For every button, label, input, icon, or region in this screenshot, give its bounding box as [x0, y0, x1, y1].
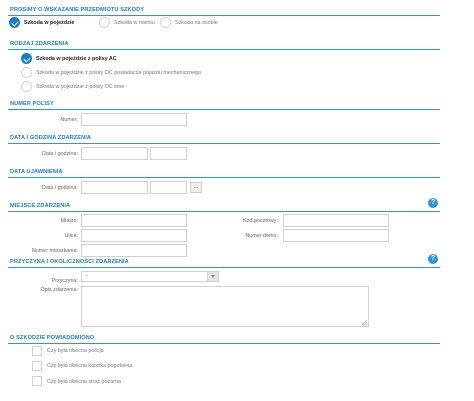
event-date-input[interactable] — [81, 147, 148, 160]
section-title-cause: PRZYCZYNA I OKOLICZNOŚCI ZDARZENIA — [10, 259, 129, 265]
help-icon[interactable]: ? — [428, 254, 438, 264]
description-textarea[interactable] — [81, 286, 369, 327]
section-title-notified: O SZKODZIE POWIADOMIONO — [10, 335, 95, 341]
event-datetime-label: Data i godzina: — [42, 151, 78, 157]
section-divider — [8, 211, 440, 212]
radio-event-oc-vehicle[interactable] — [21, 67, 32, 78]
section-divider — [8, 15, 440, 16]
section-divider — [8, 143, 440, 144]
event-time-input[interactable] — [150, 147, 187, 160]
cause-label: Przyczyna: — [51, 278, 78, 284]
apartment-number-label: Numer mieszkania: — [31, 248, 78, 254]
checkbox-label-police: Czy była obecna policja — [47, 348, 104, 354]
postal-code-input[interactable] — [283, 214, 389, 227]
cause-select-value: -- — [85, 273, 89, 279]
radio-label-damage-property: Szkoda w mieniu — [114, 20, 155, 26]
checkbox-ambulance[interactable] — [32, 361, 42, 371]
radio-damage-property[interactable] — [99, 17, 110, 28]
chevron-down-icon — [207, 272, 218, 281]
apartment-number-input[interactable] — [81, 244, 187, 257]
section-divider — [8, 177, 440, 178]
street-input[interactable] — [81, 229, 187, 242]
help-icon[interactable]: ? — [428, 198, 438, 208]
disclosure-date-input[interactable] — [81, 181, 148, 194]
checkbox-fire-brigade[interactable] — [32, 376, 42, 386]
checkbox-police[interactable] — [32, 346, 42, 356]
radio-label-event-oc-other: Szkoda w pojeździe z polisy OC inne — [36, 84, 125, 90]
checkbox-label-fire-brigade: Czy była obecna straż pożarna — [47, 379, 122, 385]
section-title-damage-subject: PROSIMY O WSKAZANIE PRZEDMIOTU SZKODY — [10, 7, 145, 13]
section-title-event-type: RODZAJ ZDARZENIA — [10, 41, 69, 47]
section-title-event-datetime: DATA I GODZINA ZDARZENIA — [10, 135, 92, 141]
radio-event-oc-other[interactable] — [21, 81, 32, 92]
section-title-policy-number: NUMER POLISY — [10, 101, 54, 107]
radio-label-event-oc-vehicle: Szkoda w pojeździe z polisy OC posiadacz… — [36, 70, 202, 76]
radio-damage-person[interactable] — [160, 17, 171, 28]
house-number-input[interactable] — [283, 229, 389, 242]
section-title-disclosure-date: DATA UJAWNIENIA — [10, 169, 63, 175]
policy-number-input[interactable] — [81, 113, 187, 126]
section-title-event-place: MIEJSCE ZDARZENIA — [10, 203, 71, 209]
section-divider — [8, 267, 440, 268]
cause-select[interactable]: -- — [81, 271, 219, 282]
street-label: Ulica: — [64, 233, 78, 239]
policy-number-label: Numer: — [60, 117, 78, 123]
disclosure-datetime-label: Data i godzina: — [42, 185, 78, 191]
calendar-button[interactable]: … — [190, 182, 202, 193]
radio-damage-vehicle[interactable] — [9, 17, 20, 28]
postal-code-label: Kod pocztowy: — [242, 218, 278, 224]
section-divider — [8, 49, 440, 50]
radio-label-event-ac: Szkoda w pojeździe z polisy AC — [36, 56, 117, 62]
section-divider — [8, 343, 440, 344]
city-input[interactable] — [81, 214, 187, 227]
description-label: Opis zdarzenia: — [40, 287, 78, 293]
resize-grip-icon[interactable] — [361, 319, 367, 325]
section-divider — [8, 109, 440, 110]
city-label: Miasto: — [60, 218, 78, 224]
radio-label-damage-vehicle: Szkoda w pojeździe — [24, 20, 75, 26]
radio-label-damage-person: Szkoda na osobie — [175, 20, 218, 26]
checkbox-label-ambulance: Czy była obecna karetka pogotowia — [47, 363, 133, 369]
radio-event-ac[interactable] — [21, 53, 32, 64]
disclosure-time-input[interactable] — [150, 181, 187, 194]
house-number-label: Numer domu: — [245, 233, 278, 239]
